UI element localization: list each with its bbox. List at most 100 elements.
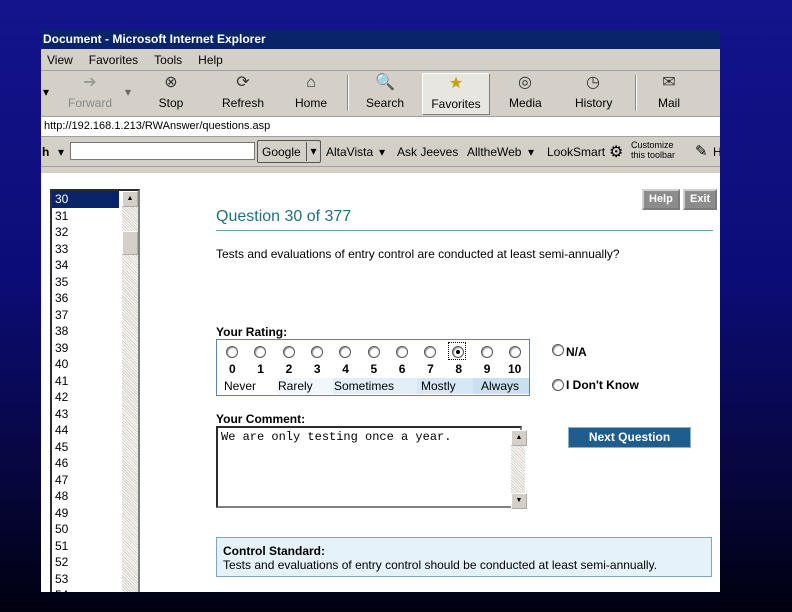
rating-radio-3[interactable] — [310, 346, 323, 358]
history-icon: ◷ — [586, 74, 600, 91]
title-divider — [216, 230, 713, 231]
question-list-item[interactable]: 32 — [52, 224, 119, 241]
question-list-item[interactable]: 47 — [52, 472, 119, 489]
toolbar-separator — [347, 75, 349, 111]
home-icon: ⌂ — [306, 74, 316, 91]
question-list-item[interactable]: 38 — [52, 323, 119, 340]
help-button[interactable]: Help — [642, 189, 680, 210]
question-list-item[interactable]: 46 — [52, 455, 119, 472]
menu-help[interactable]: Help — [198, 53, 223, 67]
rating-radio-0[interactable] — [226, 346, 238, 358]
question-list[interactable]: 30 31 32 33 34 35 36 37 38 39 40 41 42 43 44 45 46 47 48 49… — [50, 189, 140, 592]
question-list-item[interactable]: 36 — [52, 290, 119, 307]
links-dropdown-arrow-icon[interactable]: ▾ — [528, 145, 534, 159]
rating-radio-4[interactable] — [339, 346, 352, 358]
rating-number: 6 — [398, 362, 406, 376]
toolbar-fragment-right: H — [713, 145, 720, 159]
rating-radio-2[interactable] — [282, 346, 295, 358]
question-list-item[interactable]: 37 — [52, 307, 119, 324]
radio-na[interactable] — [552, 344, 564, 356]
question-list-item[interactable]: 30 — [52, 191, 119, 208]
question-list-item[interactable]: 48 — [52, 488, 119, 505]
refresh-button[interactable]: ⟳ Refresh — [221, 73, 265, 113]
link-ask-jeeves[interactable]: Ask Jeeves — [397, 145, 458, 159]
rating-number: 7 — [427, 362, 434, 376]
rating-radio-10[interactable] — [509, 346, 521, 358]
google-toolbar: h ▾ Google ▾ AltaVista ▾ Ask Jeeves Allt… — [41, 137, 720, 167]
links-dropdown-arrow-icon[interactable]: ▾ — [379, 145, 385, 159]
window-title: Document - Microsoft Internet Explorer — [41, 30, 720, 49]
question-list-item[interactable]: 53 — [52, 571, 119, 588]
question-list-item[interactable]: 31 — [52, 208, 119, 225]
rating-scale-labels: Never Rarely Sometimes Mostly Always — [217, 378, 529, 394]
question-list-item[interactable]: 54 — [52, 587, 119, 592]
question-list-item[interactable]: 45 — [52, 439, 119, 456]
rating-radio-9[interactable] — [480, 346, 493, 358]
next-question-button[interactable]: Next Question — [568, 427, 691, 448]
question-list-item[interactable]: 42 — [52, 389, 119, 406]
rating-radio-7[interactable] — [424, 346, 437, 358]
history-button[interactable]: ◷ History — [575, 73, 612, 113]
control-standard-text: Tests and evaluations of entry control s… — [223, 558, 658, 572]
media-button[interactable]: ◎ Media — [509, 73, 542, 113]
focus-outline — [448, 342, 467, 360]
rating-radio-5[interactable] — [367, 346, 380, 358]
link-looksmart[interactable]: LookSmart — [547, 145, 605, 159]
customize-gear-icon: ⚙ — [609, 144, 624, 161]
control-standard-title: Control Standard: — [223, 544, 325, 558]
media-icon: ◎ — [518, 74, 532, 91]
question-list-item[interactable]: 40 — [52, 356, 119, 373]
scale-always: Always — [481, 379, 520, 393]
question-list-item[interactable]: 50 — [52, 521, 119, 538]
link-alltheweb[interactable]: AlltheWeb — [467, 145, 521, 159]
forward-dropdown-arrow-icon[interactable]: ▾ — [125, 85, 131, 99]
menu-tools[interactable]: Tools — [154, 53, 182, 67]
question-list-item[interactable]: 41 — [52, 373, 119, 390]
forward-button[interactable]: ➔ Forward — [67, 73, 113, 113]
question-list-item[interactable]: 34 — [52, 257, 119, 274]
scroll-up-icon[interactable]: ▲ — [511, 430, 527, 446]
question-list-item[interactable]: 33 — [52, 241, 119, 258]
mail-icon: ✉ — [662, 74, 676, 91]
google-dropdown-arrow-icon[interactable]: ▾ — [58, 145, 64, 159]
toolbar-fragment-left: h — [42, 145, 50, 159]
scroll-up-icon[interactable]: ▲ — [122, 191, 138, 207]
google-search-button[interactable]: Google ▾ — [257, 140, 321, 163]
menu-view[interactable]: View — [47, 53, 73, 67]
link-altavista[interactable]: AltaVista — [326, 145, 373, 159]
back-dropdown-arrow-icon[interactable]: ▾ — [43, 85, 49, 99]
scroll-down-icon[interactable]: ▼ — [511, 493, 527, 509]
google-search-input[interactable] — [70, 142, 255, 160]
question-list-item[interactable]: 52 — [52, 554, 119, 571]
comment-textarea[interactable]: We are only testing once a year. — [216, 426, 522, 508]
question-list-item[interactable]: 51 — [52, 538, 119, 555]
question-list-item[interactable]: 43 — [52, 406, 119, 423]
mail-button[interactable]: ✉ Mail — [656, 73, 682, 113]
rating-radio-1[interactable] — [254, 346, 267, 358]
exit-button[interactable]: Exit — [683, 189, 718, 210]
question-list-item[interactable]: 44 — [52, 422, 119, 439]
customize-toolbar-link[interactable]: Customize this toolbar — [631, 140, 675, 160]
home-button[interactable]: ⌂ Home — [295, 73, 327, 113]
standard-toolbar: ▾ ➔ Forward ▾ ⊗ Stop ⟳ Refresh ⌂ Home 🔍 … — [41, 71, 720, 117]
highlighter-icon[interactable]: ✎ — [695, 142, 708, 160]
search-button[interactable]: 🔍 Search — [366, 73, 404, 113]
address-bar[interactable]: http://192.168.1.213/RWAnswer/questions.… — [41, 117, 720, 137]
question-list-scrollbar[interactable]: ▲ — [122, 191, 138, 592]
stop-button[interactable]: ⊗ Stop — [156, 73, 186, 113]
google-options-arrow-icon[interactable]: ▾ — [306, 142, 320, 161]
favorites-button[interactable]: ★ Favorites — [422, 73, 490, 115]
rating-number: 0 — [229, 362, 236, 376]
question-list-item[interactable]: 39 — [52, 340, 119, 357]
question-list-item[interactable]: 49 — [52, 505, 119, 522]
menu-favorites[interactable]: Favorites — [89, 53, 138, 67]
scale-mostly: Mostly — [421, 379, 456, 393]
rating-number: 4 — [342, 362, 349, 376]
rating-number: 2 — [285, 362, 293, 376]
radio-dont-know[interactable] — [552, 379, 564, 391]
rating-radio-6[interactable] — [395, 346, 408, 358]
question-list-item[interactable]: 35 — [52, 274, 119, 291]
menu-bar: View Favorites Tools Help — [41, 49, 720, 71]
scroll-thumb[interactable] — [122, 231, 138, 255]
comment-scrollbar[interactable]: ▲ ▼ — [511, 430, 527, 509]
